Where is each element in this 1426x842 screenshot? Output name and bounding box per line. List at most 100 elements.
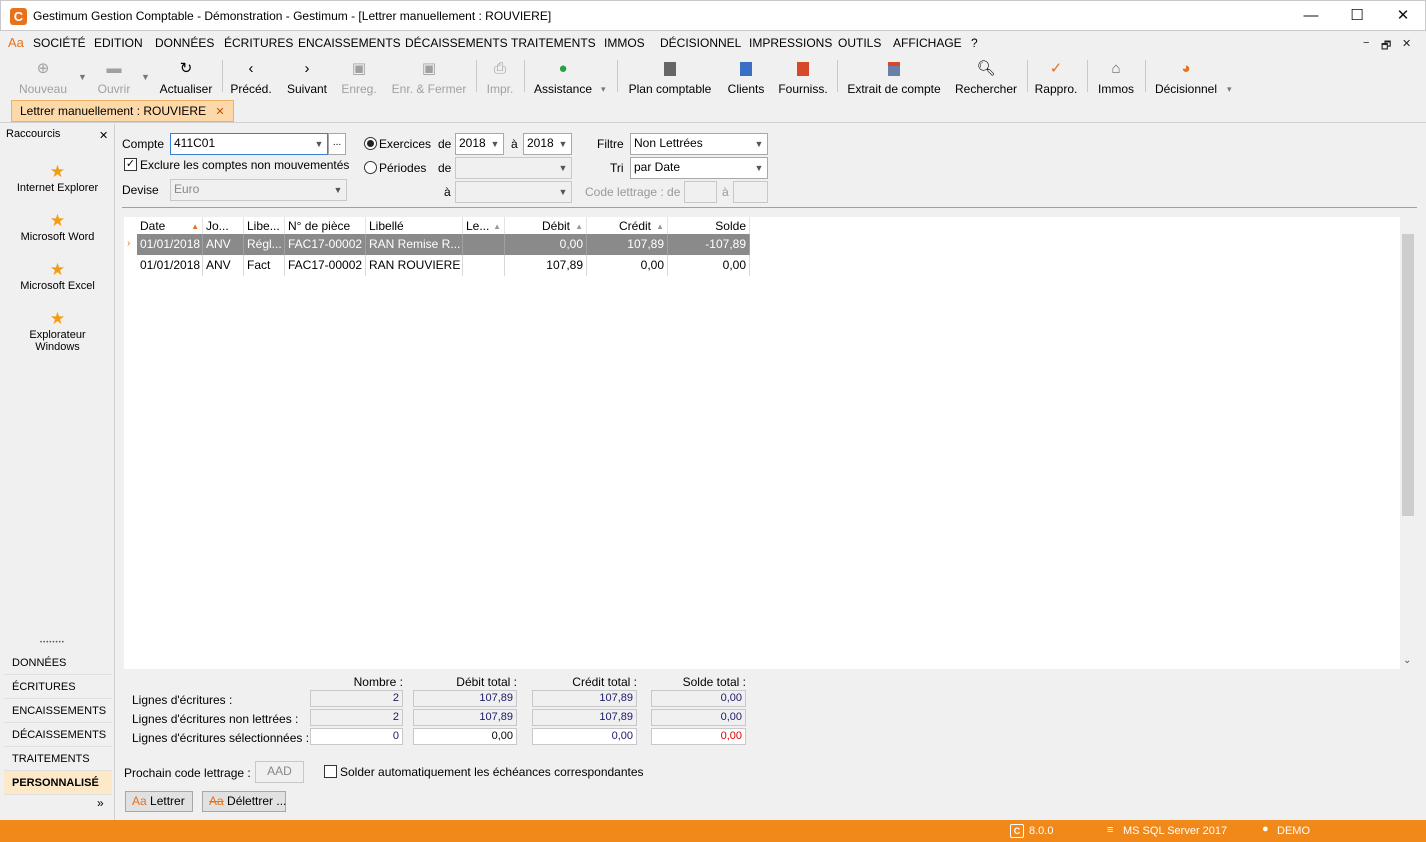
enreg-button[interactable]: ▣ Enreg. xyxy=(340,56,378,96)
shortcut-explorateur-windows[interactable]: ★ Explorateur Windows xyxy=(0,309,115,353)
actualiser-button[interactable]: ↻ Actualiser xyxy=(158,56,214,96)
tri-select[interactable]: par Date ▼ xyxy=(630,157,768,179)
menu-decaissements[interactable]: DÉCAISSEMENTS xyxy=(405,36,508,50)
maximize-button[interactable]: ☐ xyxy=(1334,1,1380,31)
cell-libelle-court[interactable]: Régl... xyxy=(244,234,285,255)
sidebar-nav-traitements[interactable]: TRAITEMENTS xyxy=(4,747,112,771)
clients-button[interactable]: Clients xyxy=(724,56,768,96)
cell-debit[interactable]: 107,89 xyxy=(505,255,587,276)
immos-button[interactable]: ⌂ Immos xyxy=(1096,56,1136,96)
periode-de-select[interactable]: ▼ xyxy=(455,157,572,179)
sidebar-expand-icon[interactable]: » xyxy=(97,796,104,810)
decisionnel-button[interactable]: ◕ Décisionnel xyxy=(1154,56,1218,96)
menu-immos[interactable]: IMMOS xyxy=(604,36,645,50)
exercices-radio[interactable] xyxy=(364,137,377,150)
solder-label: Solder automatiquement les échéances cor… xyxy=(340,765,644,779)
sidebar-nav-ecritures[interactable]: ÉCRITURES xyxy=(4,675,112,699)
periode-a-select[interactable]: ▼ xyxy=(455,181,572,203)
devise-select[interactable]: Euro ▼ xyxy=(170,179,347,201)
exercice-de-select[interactable]: 2018 ▼ xyxy=(455,133,504,155)
exercice-a-select[interactable]: 2018 ▼ xyxy=(523,133,572,155)
menu-impressions[interactable]: IMPRESSIONS xyxy=(749,36,832,50)
assistance-button[interactable]: ● Assistance xyxy=(532,56,594,96)
menu-help[interactable]: ? xyxy=(971,36,978,50)
cell-lettrage[interactable] xyxy=(463,255,505,276)
toolbar-overflow-icon[interactable]: ▾ xyxy=(1227,84,1232,95)
rappro-button[interactable]: ✓ Rappro. xyxy=(1034,56,1078,96)
cell-solde[interactable]: -107,89 xyxy=(668,234,750,255)
cell-libelle[interactable]: RAN ROUVIERE xyxy=(366,255,463,276)
toolbar-separator xyxy=(1027,60,1028,92)
cell-numero-piece[interactable]: FAC17-00002 xyxy=(285,234,366,255)
menu-donnees[interactable]: DONNÉES xyxy=(155,36,214,50)
solder-checkbox[interactable] xyxy=(324,765,337,778)
search-icon: 🔍︎ xyxy=(976,60,996,77)
cell-libelle-court[interactable]: Fact xyxy=(244,255,285,276)
mdi-close-button[interactable]: ✕ xyxy=(1402,37,1411,50)
impr-button[interactable]: ⎙ Impr. xyxy=(482,56,518,96)
shortcut-internet-explorer[interactable]: ★ Internet Explorer xyxy=(0,162,115,194)
lettrer-button[interactable]: Aa Lettrer xyxy=(125,791,193,812)
compte-browse-button[interactable]: ... xyxy=(328,133,346,155)
suivant-button[interactable]: › Suivant xyxy=(286,56,328,96)
compte-combo[interactable]: 411C01 ▼ xyxy=(170,133,328,155)
menu-outils[interactable]: OUTILS xyxy=(838,36,881,50)
code-lettrage-de-input[interactable] xyxy=(684,181,717,203)
grid-scroll-thumb[interactable] xyxy=(1402,234,1414,516)
summary-value: 107,89 xyxy=(413,690,517,707)
nouveau-dropdown-icon[interactable]: ▼ xyxy=(78,72,87,82)
menu-edition[interactable]: EDITION xyxy=(94,36,143,50)
cell-lettrage[interactable] xyxy=(463,234,505,255)
shortcut-microsoft-word[interactable]: ★ Microsoft Word xyxy=(0,211,115,243)
ouvrir-button[interactable]: ▬ Ouvrir xyxy=(94,56,134,96)
enr-fermer-button[interactable]: ▣ Enr. & Fermer xyxy=(390,56,468,96)
extrait-compte-button[interactable]: Extrait de compte xyxy=(846,56,942,96)
periodes-radio[interactable] xyxy=(364,161,377,174)
close-window-button[interactable]: ✕ xyxy=(1380,1,1426,31)
cell-date[interactable]: 01/01/2018 xyxy=(137,234,203,255)
cell-numero-piece[interactable]: FAC17-00002 xyxy=(285,255,366,276)
sidebar-nav-decaissements[interactable]: DÉCAISSEMENTS xyxy=(4,723,112,747)
delettrer-button[interactable]: Aa Délettrer ... xyxy=(202,791,286,812)
fourniss-button[interactable]: Fourniss. xyxy=(778,56,828,96)
tab-lettrer-manuellement[interactable]: Lettrer manuellement : ROUVIERE ✕ xyxy=(11,100,234,122)
cell-journal[interactable]: ANV xyxy=(203,255,244,276)
sidebar-nav-encaissements[interactable]: ENCAISSEMENTS xyxy=(4,699,112,723)
scroll-down-icon[interactable]: ⌄ xyxy=(1403,655,1411,666)
cell-date[interactable]: 01/01/2018 xyxy=(137,255,203,276)
menu-ecritures[interactable]: ÉCRITURES xyxy=(224,36,293,50)
minimize-button[interactable]: — xyxy=(1288,1,1334,31)
chevron-down-icon[interactable]: ▼ xyxy=(311,134,327,154)
ouvrir-dropdown-icon[interactable]: ▼ xyxy=(141,72,150,82)
shortcut-microsoft-excel[interactable]: ★ Microsoft Excel xyxy=(0,260,115,292)
nouveau-button[interactable]: ⊕ Nouveau xyxy=(16,56,70,96)
ledger-icon xyxy=(626,59,714,79)
mdi-minimize-button[interactable]: − xyxy=(1363,37,1369,49)
menu-societe[interactable]: SOCIÉTÉ xyxy=(33,36,86,50)
menu-encaissements[interactable]: ENCAISSEMENTS xyxy=(298,36,401,50)
cell-debit[interactable]: 0,00 xyxy=(505,234,587,255)
entries-grid[interactable]: Date ▲ Jo... Libe... N° de pièce Libellé… xyxy=(124,217,1416,669)
cell-credit[interactable]: 107,89 xyxy=(587,234,668,255)
menu-traitements[interactable]: TRAITEMENTS xyxy=(511,36,596,50)
tab-close-icon[interactable]: ✕ xyxy=(215,106,224,118)
rechercher-button[interactable]: 🔍︎ Rechercher xyxy=(954,56,1018,96)
toolbar-overflow-icon[interactable]: ▾ xyxy=(601,84,606,95)
cell-libelle[interactable]: RAN Remise R... xyxy=(366,234,463,255)
sidebar-nav-donnees[interactable]: DONNÉES xyxy=(4,651,112,675)
plan-comptable-button[interactable]: Plan comptable xyxy=(626,56,714,96)
sidebar-grip[interactable]: •••••••• xyxy=(40,640,65,646)
filtre-select[interactable]: Non Lettrées ▼ xyxy=(630,133,768,155)
cell-solde[interactable]: 0,00 xyxy=(668,255,750,276)
prochain-code-input[interactable]: AAD xyxy=(255,761,304,783)
cell-journal[interactable]: ANV xyxy=(203,234,244,255)
cell-credit[interactable]: 0,00 xyxy=(587,255,668,276)
sidebar-nav-personnalise[interactable]: PERSONNALISÉ xyxy=(4,771,112,795)
exclure-checkbox[interactable]: ✓ xyxy=(124,158,137,171)
code-lettrage-a-input[interactable] xyxy=(733,181,768,203)
sidebar-close-icon[interactable]: ✕ xyxy=(99,129,108,142)
mdi-restore-button[interactable]: 🗗 xyxy=(1381,37,1391,56)
menu-affichage[interactable]: AFFICHAGE xyxy=(893,36,962,50)
preced-button[interactable]: ‹ Précéd. xyxy=(230,56,272,96)
menu-decisionnel[interactable]: DÉCISIONNEL xyxy=(660,36,741,50)
